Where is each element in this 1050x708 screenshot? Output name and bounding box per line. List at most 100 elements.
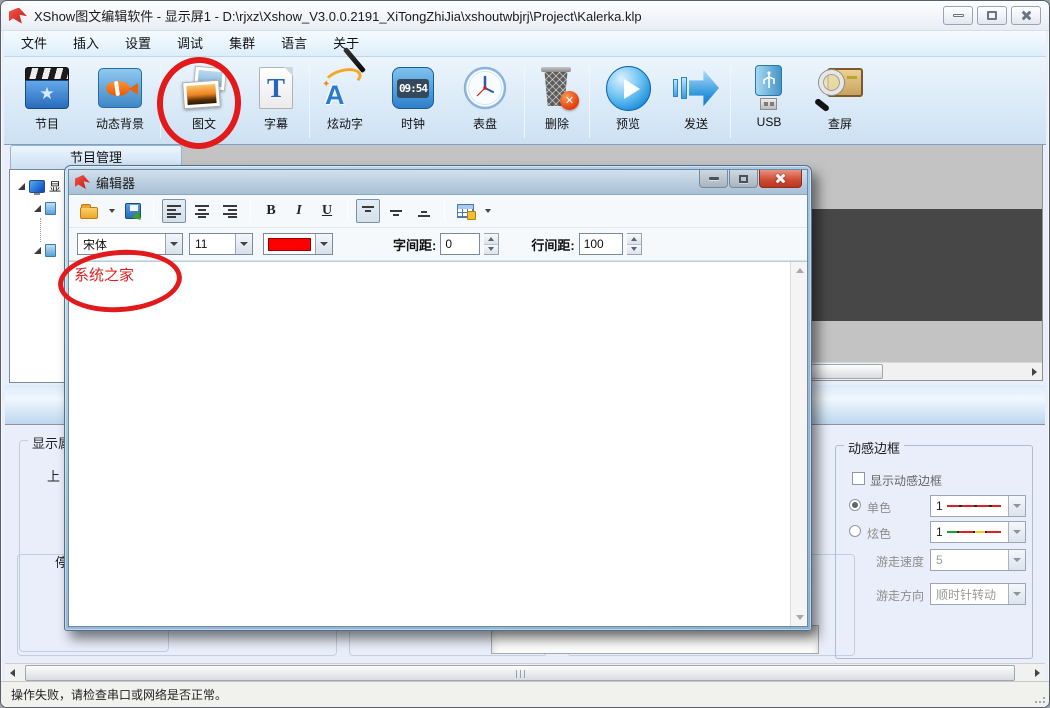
editor-content[interactable]: 系统之家 xyxy=(69,262,790,626)
tree-node-child[interactable] xyxy=(34,244,56,257)
open-file-dropdown[interactable] xyxy=(105,199,117,223)
toolbar-button-clock[interactable]: 09:54 时钟 xyxy=(378,60,448,144)
direction-dropdown[interactable]: 顺时针转动 xyxy=(930,583,1026,605)
dropdown-arrow-icon[interactable] xyxy=(235,234,252,254)
menu-settings[interactable]: 设置 xyxy=(112,31,164,56)
dropdown-arrow-icon[interactable] xyxy=(315,234,332,254)
editor-text-area[interactable]: 系统之家 xyxy=(69,261,807,626)
speed-label: 游走速度 xyxy=(876,553,924,570)
toolbar-button-check-screen[interactable]: 查屏 xyxy=(805,60,875,144)
tree-node-child[interactable] xyxy=(34,202,56,215)
bold-button[interactable]: B xyxy=(259,199,283,223)
dropdown-arrow-icon[interactable] xyxy=(1008,550,1025,570)
font-size-select[interactable]: 11 xyxy=(189,233,253,255)
font-color-select[interactable] xyxy=(263,233,333,255)
expand-triangle-icon[interactable] xyxy=(18,183,25,190)
editor-maximize-button[interactable] xyxy=(729,170,758,188)
show-border-checkbox[interactable] xyxy=(852,472,865,485)
align-center-button[interactable] xyxy=(190,199,214,223)
editor-dialog: 编辑器 xyxy=(64,165,812,631)
char-spacing-input[interactable] xyxy=(440,233,480,255)
valign-bottom-icon xyxy=(416,204,432,218)
table-dropdown[interactable] xyxy=(481,199,493,223)
minimize-icon xyxy=(709,177,719,180)
valign-middle-button[interactable] xyxy=(384,199,408,223)
menu-cluster[interactable]: 集群 xyxy=(216,31,268,56)
toolbar-button-usb[interactable]: USB xyxy=(733,60,805,144)
close-icon xyxy=(1021,10,1032,21)
toolbar-button-program[interactable]: 节目 xyxy=(12,60,82,144)
menubar: 文件 插入 设置 调试 集群 语言 关于 xyxy=(4,31,1046,57)
dropdown-arrow-icon[interactable] xyxy=(1008,496,1025,516)
menu-file[interactable]: 文件 xyxy=(8,31,60,56)
scroll-right-icon[interactable] xyxy=(1032,368,1037,376)
multi-color-radio[interactable] xyxy=(849,525,861,537)
speed-dropdown[interactable]: 5 xyxy=(930,549,1026,571)
dropdown-arrow-icon[interactable] xyxy=(1008,522,1025,542)
scroll-right-icon[interactable] xyxy=(1035,669,1040,677)
window-title: XShow图文编辑软件 - 显示屏1 - D:\rjxz\Xshow_V3.0.… xyxy=(34,6,642,25)
align-right-button[interactable] xyxy=(218,199,242,223)
statusbar: 操作失败，请检查串口或网络是否正常。 xyxy=(1,681,1049,707)
valign-bottom-button[interactable] xyxy=(412,199,436,223)
main-scrollbar-thumb[interactable] xyxy=(25,665,1015,681)
show-border-label: 显示动感边框 xyxy=(870,472,942,489)
save-button[interactable] xyxy=(121,199,145,223)
close-button[interactable] xyxy=(1011,6,1041,25)
editor-vertical-scrollbar[interactable] xyxy=(790,262,807,626)
multi-color-dropdown[interactable]: 1 xyxy=(930,521,1026,543)
resize-grip-icon[interactable] xyxy=(1035,693,1045,703)
tree-node-display[interactable]: 显 xyxy=(18,178,61,195)
expand-triangle-icon[interactable] xyxy=(34,205,41,212)
open-file-button[interactable] xyxy=(77,199,101,223)
menu-language[interactable]: 语言 xyxy=(268,31,320,56)
table-button[interactable] xyxy=(453,199,477,223)
align-left-button[interactable] xyxy=(162,199,186,223)
property-label: 上 xyxy=(47,466,60,485)
toolbar-separator xyxy=(153,201,154,221)
line-spacing-input[interactable] xyxy=(579,233,623,255)
italic-button[interactable]: I xyxy=(287,199,311,223)
toolbar-button-delete[interactable]: 删除 xyxy=(527,60,587,144)
maximize-button[interactable] xyxy=(977,6,1007,25)
editor-logo-icon xyxy=(75,175,90,189)
underline-button[interactable]: U xyxy=(315,199,339,223)
toolbar-button-preview[interactable]: 预览 xyxy=(592,60,664,144)
monitor-icon xyxy=(29,180,45,193)
scroll-up-icon[interactable] xyxy=(796,268,804,273)
single-color-radio[interactable] xyxy=(849,499,861,511)
maximize-icon xyxy=(987,11,997,20)
clownfish-icon xyxy=(96,64,144,112)
toolbar-separator xyxy=(347,201,348,221)
editor-close-button[interactable] xyxy=(759,170,802,188)
valign-middle-icon xyxy=(388,204,404,218)
toolbar-button-dynamic-background[interactable]: 动态背景 xyxy=(82,60,158,144)
line-spacing-stepper[interactable] xyxy=(627,233,642,255)
multi-color-label: 炫色 xyxy=(867,525,891,542)
scroll-down-icon[interactable] xyxy=(796,615,804,620)
main-window: XShow图文编辑软件 - 显示屏1 - D:\rjxz\Xshow_V3.0.… xyxy=(0,0,1050,708)
dropdown-arrow-icon[interactable] xyxy=(1008,584,1025,604)
char-spacing-stepper[interactable] xyxy=(484,233,499,255)
line-spacing-label: 行间距: xyxy=(531,235,574,254)
editor-minimize-button[interactable] xyxy=(699,170,728,188)
chevron-down-icon xyxy=(109,209,115,213)
valign-top-button[interactable] xyxy=(356,199,380,223)
single-color-dropdown[interactable]: 1 xyxy=(930,495,1026,517)
dropdown-arrow-icon[interactable] xyxy=(165,234,182,254)
menu-insert[interactable]: 插入 xyxy=(60,31,112,56)
text-page-icon xyxy=(252,64,300,112)
main-horizontal-scrollbar[interactable] xyxy=(5,663,1045,682)
usb-drive-icon xyxy=(745,64,793,112)
minimize-button[interactable] xyxy=(943,6,973,25)
toolbar-button-send[interactable]: 发送 xyxy=(664,60,728,144)
menu-debug[interactable]: 调试 xyxy=(164,31,216,56)
toolbar-button-subtitle[interactable]: 字幕 xyxy=(245,60,307,144)
multi-dash-pattern xyxy=(947,531,1001,533)
toolbar-button-dial[interactable]: 表盘 xyxy=(448,60,522,144)
program-item-icon xyxy=(45,202,56,215)
align-right-icon xyxy=(222,204,238,218)
expand-triangle-icon[interactable] xyxy=(34,247,41,254)
toolbar-button-dazzle-text[interactable]: A 炫动字 xyxy=(312,60,378,144)
scroll-left-icon[interactable] xyxy=(10,669,15,677)
